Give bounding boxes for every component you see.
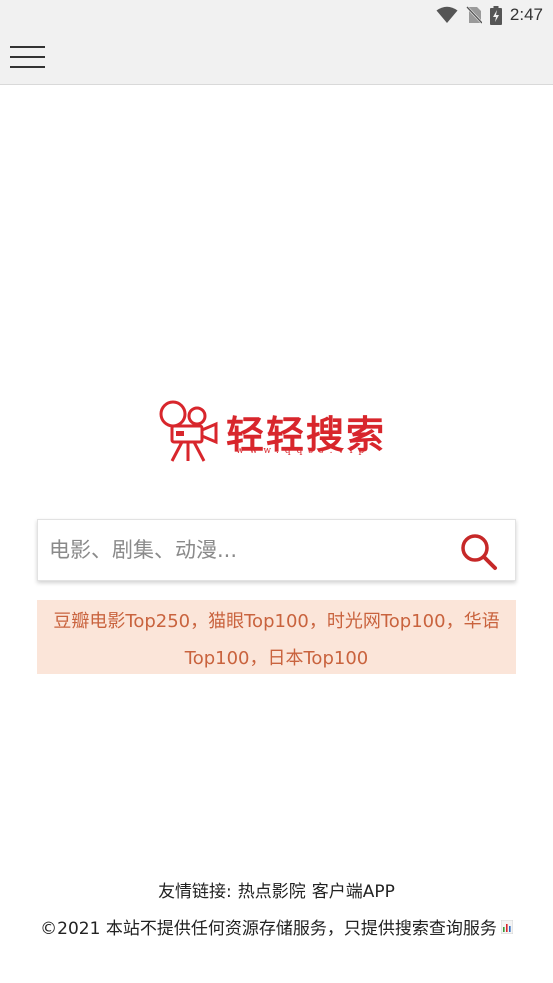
top-list-link-mtime[interactable]: 时光网Top100 — [327, 611, 446, 632]
top-lists: 豆瓣电影Top250，猫眼Top100，时光网Top100，华语Top100，日… — [37, 600, 516, 674]
hamburger-menu-icon[interactable] — [10, 44, 46, 70]
top-list-link-douban[interactable]: 豆瓣电影Top250 — [53, 611, 190, 632]
app-bar — [0, 30, 553, 85]
statistics-badge-icon[interactable] — [500, 919, 514, 939]
wifi-icon — [436, 6, 458, 23]
list-separator: ， — [249, 648, 268, 669]
search-button[interactable] — [459, 532, 499, 572]
logo-url: www.qqss.vip — [236, 446, 371, 456]
status-time: 2:47 — [509, 5, 543, 24]
movie-camera-icon — [159, 400, 218, 462]
status-bar: 2:47 — [0, 0, 553, 30]
no-sim-icon — [465, 6, 482, 24]
list-separator: ， — [308, 611, 327, 632]
battery-charging-icon — [489, 5, 502, 25]
search-box — [37, 519, 516, 581]
list-separator: ， — [190, 611, 209, 632]
friend-links-label: 友情链接: — [158, 882, 232, 902]
top-list-link-japan[interactable]: 日本Top100 — [268, 648, 369, 669]
copyright-notice: ©2021 本站不提供任何资源存储服务，只提供搜索查询服务 — [0, 914, 553, 939]
status-icons: 2:47 — [436, 4, 543, 26]
friend-link-client-app[interactable]: 客户端APP — [312, 882, 395, 902]
friend-links: 友情链接: 热点影院 客户端APP — [0, 877, 553, 902]
copyright-text: ©2021 本站不提供任何资源存储服务，只提供搜索查询服务 — [40, 919, 497, 939]
search-icon — [461, 534, 497, 570]
site-logo[interactable]: 轻轻搜索 www.qqss.vip — [158, 398, 393, 464]
friend-link-hot-cinema[interactable]: 热点影院 — [238, 882, 306, 902]
search-input[interactable] — [49, 520, 449, 580]
top-list-link-maoyan[interactable]: 猫眼Top100 — [208, 611, 309, 632]
list-separator: ， — [445, 611, 464, 632]
